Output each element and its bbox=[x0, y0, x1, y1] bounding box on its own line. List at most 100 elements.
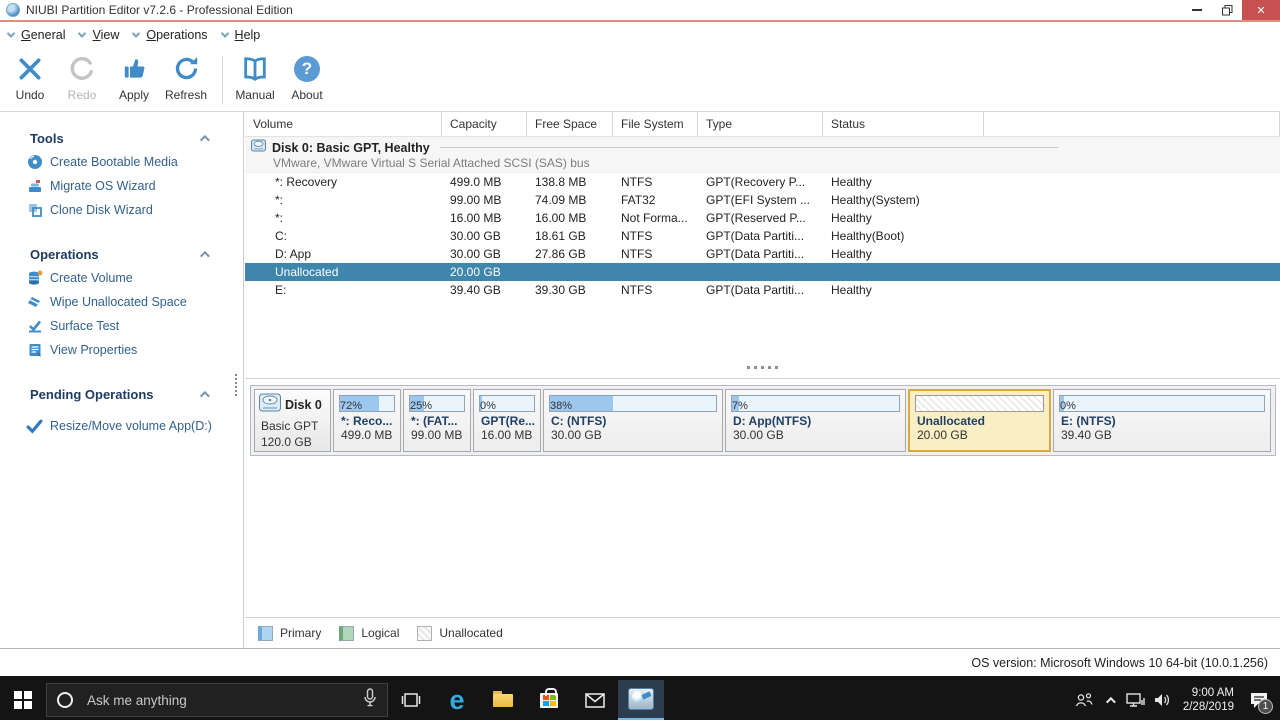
cell-free: 138.8 MB bbox=[527, 175, 613, 189]
manual-button[interactable]: Manual bbox=[231, 52, 279, 108]
network-icon[interactable] bbox=[1123, 680, 1149, 720]
app-window: NIUBI Partition Editor v7.2.6 - Professi… bbox=[0, 0, 1280, 676]
sidebar-item-view-properties[interactable]: View Properties bbox=[0, 338, 243, 362]
section-operations[interactable]: Operations bbox=[0, 242, 243, 266]
usage-bar: 38% bbox=[549, 395, 717, 412]
sidebar-item-pending-resize-move[interactable]: Resize/Move volume App(D:) bbox=[0, 414, 243, 438]
sidebar-item-create-bootable-media[interactable]: Create Bootable Media bbox=[0, 150, 243, 174]
usage-bar: 0% bbox=[479, 395, 535, 412]
niubi-taskbar-button[interactable] bbox=[618, 680, 664, 720]
menubar: General View Operations Help bbox=[0, 22, 1280, 48]
sidebar-item-create-volume[interactable]: Create Volume bbox=[0, 266, 243, 290]
section-tools[interactable]: Tools bbox=[0, 126, 243, 150]
cell-free: 74.09 MB bbox=[527, 193, 613, 207]
sidebar-splitter-handle[interactable] bbox=[235, 374, 237, 396]
clone-icon bbox=[26, 202, 43, 219]
titlebar: NIUBI Partition Editor v7.2.6 - Professi… bbox=[0, 0, 1280, 20]
menu-general[interactable]: General bbox=[8, 28, 65, 42]
section-pending-operations[interactable]: Pending Operations bbox=[0, 382, 243, 406]
taskbar: Ask me anything e bbox=[0, 676, 1280, 720]
tray-clock[interactable]: 9:00 AM 2/28/2019 bbox=[1183, 686, 1234, 714]
unallocated-swatch-icon bbox=[417, 626, 432, 641]
edge-icon[interactable]: e bbox=[434, 680, 480, 720]
mail-icon[interactable] bbox=[572, 680, 618, 720]
undo-label: Undo bbox=[16, 88, 45, 102]
table-row[interactable]: *: 16.00 MB 16.00 MB Not Forma... GPT(Re… bbox=[245, 209, 1280, 227]
sidebar-item-migrate-os-wizard[interactable]: Migrate OS Wizard bbox=[0, 174, 243, 198]
partition-block-c[interactable]: 38% C: (NTFS) 30.00 GB bbox=[543, 389, 723, 452]
minimize-button[interactable] bbox=[1182, 0, 1212, 20]
menu-view[interactable]: View bbox=[79, 28, 119, 42]
table-row[interactable]: E: 39.40 GB 39.30 GB NTFS GPT(Data Parti… bbox=[245, 281, 1280, 299]
people-icon[interactable] bbox=[1071, 680, 1097, 720]
table-row[interactable]: *: Recovery 499.0 MB 138.8 MB NTFS GPT(R… bbox=[245, 173, 1280, 191]
apply-icon bbox=[121, 52, 148, 86]
disk-info-block[interactable]: Disk 0 Basic GPT 120.0 GB bbox=[254, 389, 331, 452]
undo-button[interactable]: Undo bbox=[6, 52, 54, 108]
partition-block-d[interactable]: 7% D: App(NTFS) 30.00 GB bbox=[725, 389, 906, 452]
action-center-button[interactable]: 1 bbox=[1244, 680, 1274, 720]
screen: NIUBI Partition Editor v7.2.6 - Professi… bbox=[0, 0, 1280, 720]
legend: Primary Logical Unallocated bbox=[245, 617, 1280, 648]
column-header-free-space[interactable]: Free Space bbox=[527, 112, 613, 136]
disk-group-row[interactable]: Disk 0: Basic GPT, Healthy VMware, VMwar… bbox=[245, 137, 1280, 173]
sidebar-item-label: Create Bootable Media bbox=[50, 155, 178, 169]
cell-fs: NTFS bbox=[613, 283, 698, 297]
column-header-volume[interactable]: Volume bbox=[245, 112, 442, 136]
task-view-button[interactable] bbox=[388, 680, 434, 720]
sidebar-item-wipe-unallocated-space[interactable]: Wipe Unallocated Space bbox=[0, 290, 243, 314]
column-header-type[interactable]: Type bbox=[698, 112, 823, 136]
primary-swatch-icon bbox=[258, 626, 273, 641]
column-header-capacity[interactable]: Capacity bbox=[442, 112, 527, 136]
apply-label: Apply bbox=[119, 88, 149, 102]
redo-icon bbox=[69, 52, 95, 86]
table-row-selected[interactable]: Unallocated 20.00 GB bbox=[245, 263, 1280, 281]
main-panel: Volume Capacity Free Space File System T… bbox=[245, 112, 1280, 648]
file-explorer-icon[interactable] bbox=[480, 680, 526, 720]
taskbar-search[interactable]: Ask me anything bbox=[46, 683, 388, 717]
table-row[interactable]: C: 30.00 GB 18.61 GB NTFS GPT(Data Parti… bbox=[245, 227, 1280, 245]
column-header-file-system[interactable]: File System bbox=[613, 112, 698, 136]
column-header-filler bbox=[984, 112, 1280, 136]
system-tray: 9:00 AM 2/28/2019 1 bbox=[1071, 680, 1280, 720]
cortana-icon bbox=[57, 692, 73, 708]
redo-label: Redo bbox=[68, 88, 97, 102]
menu-help[interactable]: Help bbox=[222, 28, 261, 42]
cell-volume: *: Recovery bbox=[245, 175, 442, 189]
table-row[interactable]: D: App 30.00 GB 27.86 GB NTFS GPT(Data P… bbox=[245, 245, 1280, 263]
surface-test-icon bbox=[26, 318, 43, 335]
disk-type: Basic GPT bbox=[261, 419, 330, 433]
refresh-button[interactable]: Refresh bbox=[162, 52, 210, 108]
partition-block-e[interactable]: 0% E: (NTFS) 39.40 GB bbox=[1053, 389, 1271, 452]
start-button[interactable] bbox=[0, 680, 46, 720]
chevron-up-icon bbox=[200, 390, 210, 400]
column-header-status[interactable]: Status bbox=[823, 112, 984, 136]
sidebar-item-label: Wipe Unallocated Space bbox=[50, 295, 187, 309]
table-row[interactable]: *: 99.00 MB 74.09 MB FAT32 GPT(EFI Syste… bbox=[245, 191, 1280, 209]
menu-operations[interactable]: Operations bbox=[133, 28, 207, 42]
content: Tools Create Bootable Media Migrate OS W… bbox=[0, 112, 1280, 648]
refresh-label: Refresh bbox=[165, 88, 207, 102]
cell-status: Healthy bbox=[823, 283, 984, 297]
partition-block-reserved[interactable]: 0% GPT(Re... 16.00 MB bbox=[473, 389, 541, 452]
sidebar-item-clone-disk-wizard[interactable]: Clone Disk Wizard bbox=[0, 198, 243, 222]
about-label: About bbox=[291, 88, 322, 102]
volume-speaker-icon[interactable] bbox=[1149, 680, 1175, 720]
about-button[interactable]: ? About bbox=[283, 52, 331, 108]
cell-type: GPT(Reserved P... bbox=[698, 211, 823, 225]
partition-block-recovery[interactable]: 72% *: Reco... 499.0 MB bbox=[333, 389, 401, 452]
apply-button[interactable]: Apply bbox=[110, 52, 158, 108]
store-icon[interactable] bbox=[526, 680, 572, 720]
app-logo-icon bbox=[6, 3, 20, 17]
partition-block-unallocated-selected[interactable]: Unallocated 20.00 GB bbox=[908, 389, 1051, 452]
niubi-app-icon bbox=[628, 688, 654, 710]
close-button[interactable]: ✕ bbox=[1242, 0, 1280, 20]
partition-block-efi[interactable]: 25% *: (FAT... 99.00 MB bbox=[403, 389, 471, 452]
cell-fs: NTFS bbox=[613, 229, 698, 243]
microphone-icon[interactable] bbox=[363, 688, 377, 713]
tray-expand-chevron-icon[interactable] bbox=[1097, 680, 1123, 720]
redo-button[interactable]: Redo bbox=[58, 52, 106, 108]
restore-button[interactable] bbox=[1212, 0, 1242, 20]
horizontal-splitter-handle[interactable] bbox=[245, 366, 1280, 369]
sidebar-item-surface-test[interactable]: Surface Test bbox=[0, 314, 243, 338]
